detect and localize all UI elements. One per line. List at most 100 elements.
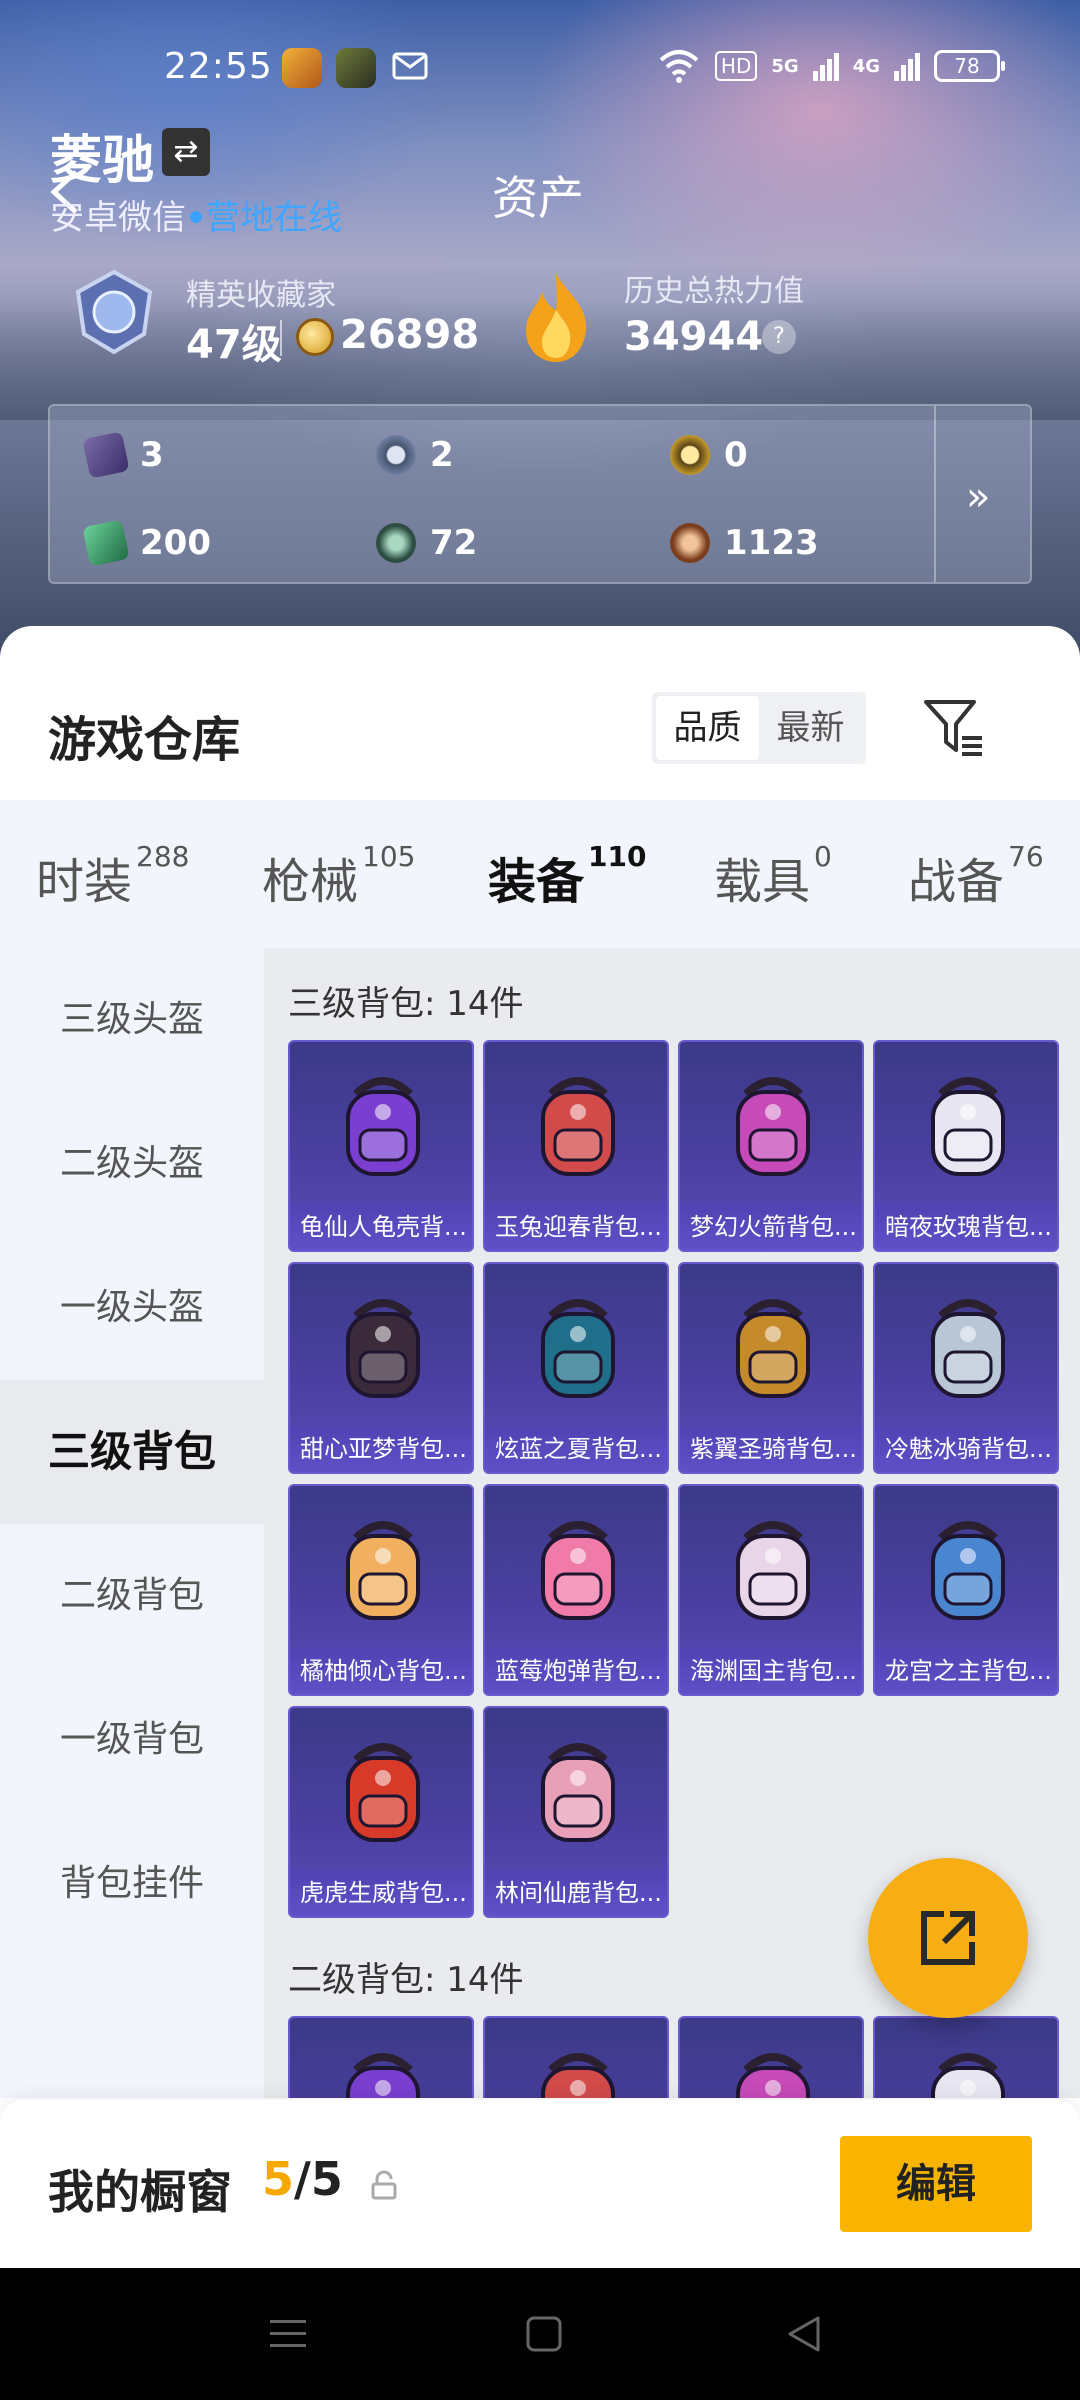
backpack-icon [346, 1521, 420, 1620]
showcase-count: 5/5 [262, 2152, 343, 2206]
item-card[interactable]: 虎虎生威背包... [288, 1706, 474, 1918]
backpack-icon [736, 1077, 810, 1176]
stat-divider [280, 320, 282, 356]
platform-label: 安卓微信 [50, 198, 186, 238]
tab-label: 装备 [488, 854, 585, 910]
item-name: 暗夜玫瑰背包... [875, 1204, 1057, 1250]
resource-item: 3 [82, 430, 164, 480]
tab-count: 76 [1008, 840, 1044, 873]
wifi-icon [659, 50, 699, 83]
tab-fashion[interactable]: 时装 288 [36, 840, 190, 912]
profile-subtitle: 安卓微信 营地在线 [50, 190, 342, 239]
status-bar: 22:55 HD 5G 4G 78 [0, 30, 1080, 106]
item-name: 蓝莓炮弹背包... [485, 1648, 667, 1694]
subcategory-nav: 三级头盔 二级头盔 一级头盔 三级背包 二级背包 一级背包 背包挂件 [0, 948, 264, 2098]
item-card[interactable]: 龟仙人龟壳背... [288, 1040, 474, 1252]
item-card[interactable]: 暗夜玫瑰背包... [873, 1040, 1059, 1252]
tab-label: 载具 [714, 854, 811, 910]
backpack-icon [346, 1743, 420, 1842]
resource-value: 72 [430, 523, 478, 563]
tab-vehicles[interactable]: 载具 0 [714, 840, 832, 912]
tab-equipment[interactable]: 装备 110 [488, 840, 646, 912]
item-card[interactable]: 梦幻火箭背包... [678, 1040, 864, 1252]
resource-item: 200 [82, 518, 211, 568]
backpack-icon [736, 1521, 810, 1620]
item-name: 林间仙鹿背包... [485, 1870, 667, 1916]
item-card[interactable]: 玉兔迎春背包... [483, 1040, 669, 1252]
resource-value: 1123 [724, 523, 819, 563]
nav-item-level2-helmet[interactable]: 二级头盔 [0, 1092, 264, 1236]
home-icon[interactable] [524, 2314, 564, 2354]
warehouse-sheet: 游戏仓库 品质 最新 时装 288 枪械 105 装备 110 载具 0 战备 76 三级… [0, 626, 1080, 2266]
back-icon[interactable] [784, 2314, 824, 2354]
resource-value: 0 [724, 435, 748, 475]
system-navigation-bar [0, 2268, 1080, 2400]
item-card[interactable] [873, 2016, 1059, 2098]
menu-icon[interactable] [268, 2314, 308, 2354]
item-card[interactable] [288, 2016, 474, 2098]
nav-item-level1-helmet[interactable]: 一级头盔 [0, 1236, 264, 1380]
backpack-icon [541, 1299, 615, 1398]
item-card[interactable]: 炫蓝之夏背包... [483, 1262, 669, 1474]
item-card[interactable]: 林间仙鹿背包... [483, 1706, 669, 1918]
item-card[interactable]: 紫翼圣骑背包... [678, 1262, 864, 1474]
nav-item-level1-backpack[interactable]: 一级背包 [0, 1668, 264, 1812]
coin-icon [296, 318, 334, 356]
backpack-icon [736, 1299, 810, 1398]
resource-divider [934, 406, 936, 582]
network-4g-indicator: 4G [852, 55, 880, 77]
nav-item-level3-helmet[interactable]: 三级头盔 [0, 948, 264, 1092]
status-icons: HD 5G 4G 78 [657, 48, 1005, 84]
item-card[interactable]: 橘柚倾心背包... [288, 1484, 474, 1696]
tab-gear[interactable]: 战备 76 [908, 840, 1044, 912]
tab-weapons[interactable]: 枪械 105 [262, 840, 415, 912]
green-ticket-icon [82, 519, 130, 567]
item-card[interactable]: 海渊国主背包... [678, 1484, 864, 1696]
item-card[interactable]: 蓝莓炮弹背包... [483, 1484, 669, 1696]
app-notification-icon [282, 48, 322, 88]
backpack-icon [931, 1077, 1005, 1176]
network-5g-indicator: 5G [771, 55, 799, 77]
section-title: 三级背包: 14件 [288, 984, 524, 1024]
nav-item-level2-backpack[interactable]: 二级背包 [0, 1524, 264, 1668]
item-card[interactable]: 冷魅冰骑背包... [873, 1262, 1059, 1474]
showcase-current: 5 [262, 2152, 295, 2206]
coin-value: 26898 [340, 312, 480, 358]
online-status: 营地在线 [206, 198, 342, 238]
item-card[interactable]: 龙宫之主背包... [873, 1484, 1059, 1696]
help-icon[interactable]: ? [762, 320, 796, 354]
tab-count: 288 [136, 840, 190, 873]
battery-indicator: 78 [934, 50, 1005, 82]
switch-account-icon[interactable]: ⇄ [162, 128, 210, 176]
share-button[interactable] [868, 1858, 1028, 2018]
item-card[interactable] [678, 2016, 864, 2098]
profile-name: 菱驰 [50, 131, 155, 191]
sort-option-quality[interactable]: 品质 [656, 696, 759, 760]
resource-item: 0 [670, 430, 748, 480]
sort-option-newest[interactable]: 最新 [759, 696, 862, 760]
tab-label: 战备 [908, 854, 1005, 910]
warehouse-title: 游戏仓库 [48, 712, 241, 768]
page-title: 资产 [492, 171, 584, 225]
purple-card-icon [82, 431, 130, 479]
backpack-icon [541, 1521, 615, 1620]
item-card[interactable] [483, 2016, 669, 2098]
filter-icon[interactable] [922, 696, 986, 760]
backpack-icon [541, 1743, 615, 1842]
chevron-double-right-icon[interactable]: » [966, 474, 990, 520]
sort-toggle: 品质 最新 [652, 692, 866, 764]
nav-item-backpack-charm[interactable]: 背包挂件 [0, 1812, 264, 1956]
showcase-bar: 我的橱窗 5/5 编辑 [0, 2100, 1080, 2268]
showcase-title: 我的橱窗 [48, 2165, 232, 2219]
item-card[interactable]: 甜心亚梦背包... [288, 1262, 474, 1474]
backpack-icon [931, 1299, 1005, 1398]
signal-icon [812, 53, 839, 81]
nav-item-level3-backpack[interactable]: 三级背包 [0, 1380, 264, 1524]
flame-icon [526, 274, 587, 362]
backpack-icon [346, 1077, 420, 1176]
edit-button[interactable]: 编辑 [840, 2136, 1032, 2232]
resource-panel[interactable]: 3 2 0 200 72 1123 » [48, 404, 1032, 584]
resource-item: 72 [376, 518, 477, 568]
backpack-icon [541, 1077, 615, 1176]
rank-level: 47级 [186, 322, 282, 368]
